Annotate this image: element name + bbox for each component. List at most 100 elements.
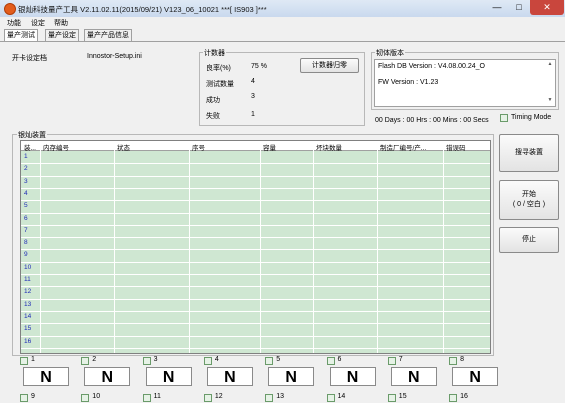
slot-checkbox[interactable]	[20, 394, 28, 402]
tab-production-settings[interactable]: 量产设定	[45, 29, 79, 41]
menu-help[interactable]: 帮助	[54, 18, 68, 28]
menu-function[interactable]: 功能	[7, 18, 21, 28]
fw-version: FW Version : V1.23	[378, 79, 439, 86]
slot-number: 11	[153, 393, 161, 400]
table-row[interactable]: 11	[24, 276, 31, 283]
row-divider	[21, 224, 490, 226]
slot-status-indicator: N	[206, 367, 253, 386]
table-row[interactable]: 13	[24, 301, 31, 308]
table-row[interactable]: 10	[24, 264, 31, 271]
table-row[interactable]: 1	[24, 153, 28, 160]
col-divider	[260, 141, 261, 353]
stop-button[interactable]: 停止	[499, 227, 559, 253]
table-row[interactable]: 3	[24, 178, 28, 185]
col-divider	[114, 141, 115, 353]
col-divider	[377, 141, 378, 353]
close-button[interactable]: ✕	[530, 0, 564, 15]
slot-status-indicator: N	[329, 367, 376, 386]
slot-checkbox[interactable]	[203, 357, 212, 365]
row-divider	[21, 187, 490, 189]
slot-checkbox[interactable]	[81, 394, 90, 402]
slot-status-indicator: N	[390, 367, 437, 386]
table-row[interactable]: 9	[24, 251, 28, 258]
scroll-down-icon[interactable]: ▼	[546, 97, 554, 105]
row-divider	[21, 323, 490, 325]
slot-checkbox[interactable]	[142, 357, 151, 365]
col-bad-blocks[interactable]: 坏块数量	[316, 142, 342, 152]
slot-status-indicator: N	[452, 367, 499, 386]
menu-settings[interactable]: 设定	[31, 18, 45, 28]
minimize-button[interactable]: —	[486, 0, 508, 15]
slot-checkbox[interactable]	[265, 394, 274, 402]
col-error-code[interactable]: 错误码	[446, 142, 466, 152]
table-row[interactable]: 5	[24, 202, 28, 209]
reset-counter-button[interactable]: 计数器归零	[300, 58, 359, 73]
test-count-value: 4	[251, 78, 255, 85]
slot-status-indicator: N	[145, 367, 192, 386]
slot-number: 16	[460, 393, 468, 400]
row-divider	[21, 298, 490, 300]
col-serial[interactable]: 序号	[192, 142, 205, 152]
table-row[interactable]: 12	[24, 288, 31, 295]
slot-checkbox[interactable]	[142, 394, 151, 402]
table-row[interactable]: 6	[24, 215, 28, 222]
maximize-button[interactable]: □	[508, 0, 530, 15]
timing-mode-checkbox[interactable]	[500, 114, 508, 122]
col-device[interactable]: 装...	[24, 142, 36, 152]
slot-number: 9	[31, 393, 35, 400]
start-button[interactable]: 开始 ( 0 / 空白 )	[499, 180, 559, 220]
table-row[interactable]: 16	[24, 338, 31, 345]
table-row[interactable]: 7	[24, 227, 28, 234]
test-count-label: 测试数量	[206, 81, 234, 88]
row-divider	[21, 335, 490, 337]
slot-number: 7	[398, 356, 403, 363]
row-divider	[21, 261, 490, 263]
slot-status-indicator: N	[268, 367, 315, 386]
start-label: 开始	[522, 191, 536, 198]
slot-checkbox[interactable]	[387, 357, 396, 365]
slot-number: 2	[92, 356, 97, 363]
slot-checkbox[interactable]	[20, 357, 28, 365]
tab-strip: 量产测试 量产设定 量产产品信息	[0, 29, 565, 42]
row-divider	[21, 163, 490, 165]
elapsed-timer: 00 Days : 00 Hrs : 00 Mins : 00 Secs	[375, 117, 489, 124]
tab-product-info[interactable]: 量产产品信息	[84, 29, 132, 41]
col-capacity[interactable]: 容量	[263, 142, 276, 152]
setup-file-label: 开卡设定档	[12, 55, 47, 62]
success-label: 成功	[206, 97, 220, 104]
menu-bar: 功能 设定 帮助	[0, 17, 565, 28]
col-divider	[443, 141, 444, 353]
title-bar: 银灿科技量产工具 V2.11.02.11(2015/09/21) V123_06…	[0, 0, 565, 18]
slot-checkbox[interactable]	[81, 357, 90, 365]
slot-checkbox[interactable]	[265, 357, 274, 365]
table-row[interactable]: 14	[24, 313, 31, 320]
slot-checkbox[interactable]	[449, 357, 458, 365]
slot-number: 4	[214, 356, 219, 363]
col-status[interactable]: 状态	[117, 142, 130, 152]
slot-number: 14	[337, 393, 346, 400]
table-row[interactable]: 4	[24, 190, 28, 197]
counter-title: 计数器	[203, 48, 226, 58]
row-divider	[21, 286, 490, 288]
slot-checkbox[interactable]	[203, 394, 212, 402]
slot-number: 8	[460, 356, 464, 363]
tab-divider	[0, 41, 565, 42]
col-divider	[40, 141, 41, 353]
scroll-up-icon[interactable]: ▲	[546, 61, 554, 69]
search-devices-button[interactable]: 搜寻装置	[499, 134, 559, 172]
slot-checkbox[interactable]	[449, 394, 458, 402]
timing-mode-label: Timing Mode	[511, 114, 552, 121]
slot-checkbox[interactable]	[326, 394, 335, 402]
table-row[interactable]: 15	[24, 325, 31, 332]
col-memory-id[interactable]: 内存编号	[43, 142, 69, 152]
table-row[interactable]: 8	[24, 239, 28, 246]
col-divider	[189, 141, 190, 353]
slot-status-indicator: N	[84, 367, 131, 386]
slot-checkbox[interactable]	[387, 394, 396, 402]
slot-checkbox[interactable]	[326, 357, 335, 365]
col-manufacturer[interactable]: 制造厂编号/产...	[380, 142, 426, 152]
start-count-label: ( 0 / 空白 )	[512, 201, 546, 208]
slot-number: 1	[31, 356, 35, 363]
row-divider	[21, 200, 490, 202]
table-row[interactable]: 2	[24, 165, 28, 172]
